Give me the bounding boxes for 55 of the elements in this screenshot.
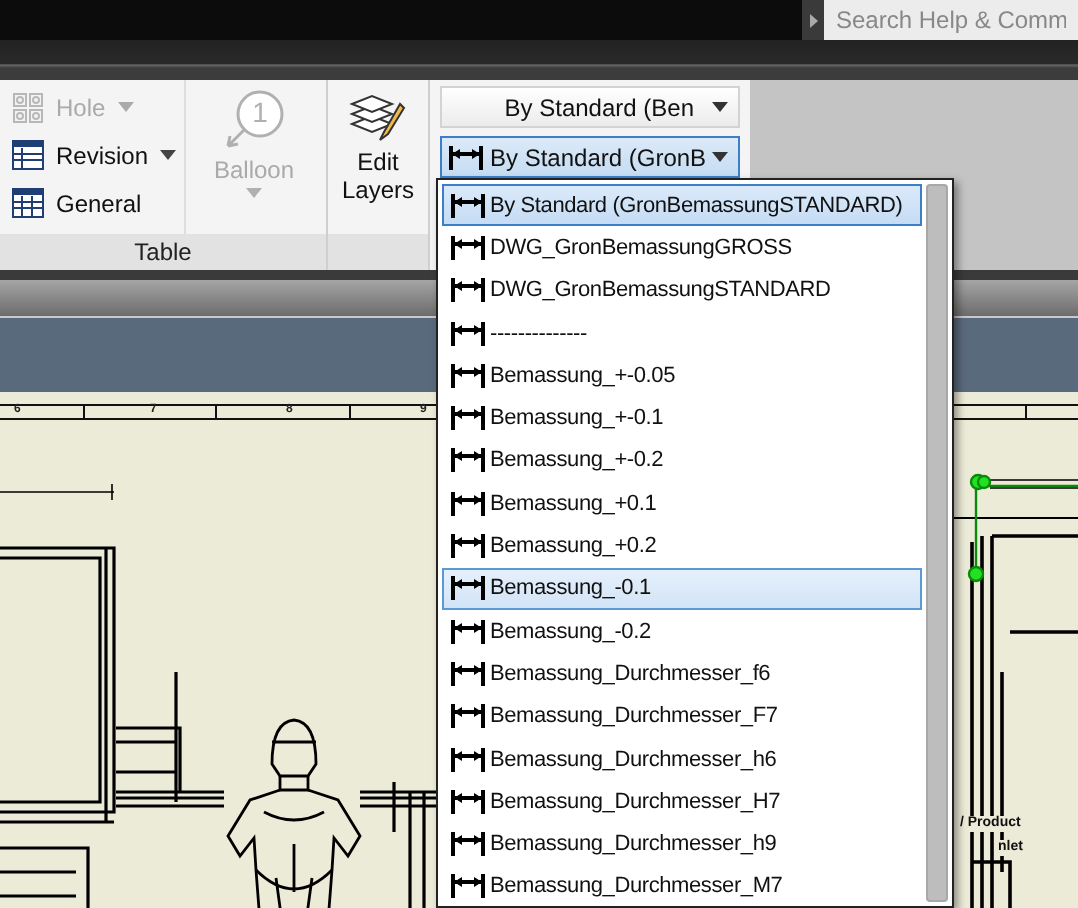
dimension-icon [450, 404, 486, 433]
dimension-icon [450, 659, 486, 688]
style-option[interactable]: Bemassung_Durchmesser_M7 [442, 865, 922, 908]
dimension-icon [450, 489, 486, 518]
arrow-icon [809, 13, 817, 27]
expand-tab[interactable] [802, 0, 824, 40]
dimension-icon [450, 787, 486, 816]
style-option[interactable]: Bemassung_+0.1 [442, 482, 922, 525]
style-option[interactable]: Bemassung_Durchmesser_h9 [442, 822, 922, 866]
ribbon-tool[interactable]: General [12, 184, 176, 222]
caret-icon [117, 102, 134, 112]
panel-title: Table [0, 234, 326, 270]
edit-layers-button[interactable]: Edit Layers [334, 80, 422, 234]
dimension-icon [450, 872, 486, 901]
style-option[interactable]: Bemassung_Durchmesser_F7 [442, 695, 922, 738]
selected-dimension-drawing [967, 473, 1078, 583]
style-combo[interactable]: By Standard (Ben [440, 86, 740, 128]
dimension-icon [450, 617, 486, 646]
dimension-icon [450, 276, 486, 305]
style-combo[interactable]: By Standard (GronB [440, 136, 740, 178]
dimension-icon [450, 446, 486, 475]
dimension-icon [450, 361, 486, 390]
style-option[interactable]: Bemassung_Durchmesser_f6 [442, 652, 922, 696]
dimension-icon [450, 233, 486, 262]
caret-icon [712, 152, 728, 162]
caret-icon [246, 188, 262, 198]
style-option[interactable]: Bemassung_Durchmesser_h6 [442, 737, 922, 781]
caret-icon [712, 102, 728, 112]
ribbon-tool[interactable]: Revision [12, 136, 176, 174]
style-option[interactable]: -------------- [442, 311, 922, 355]
style-option[interactable]: DWG_GronBemassungGROSS [442, 226, 922, 270]
dimension-icon [450, 745, 486, 773]
style-option[interactable]: Bemassung_+-0.2 [442, 439, 922, 483]
grid-icon [12, 91, 44, 123]
panel-footer [328, 234, 428, 270]
style-option[interactable]: Bemassung_-0.1 [442, 567, 922, 610]
dimension-icon [450, 319, 486, 348]
style-option[interactable]: Bemassung_+0.2 [442, 524, 922, 568]
style-option[interactable]: Bemassung_-0.2 [442, 609, 922, 653]
dimension-icon [448, 143, 484, 171]
dimension-icon [450, 702, 486, 731]
table-icon [12, 188, 44, 218]
dimension-icon [450, 191, 486, 220]
style-option[interactable]: By Standard (GronBemassungSTANDARD) [442, 184, 922, 227]
dimension-icon [450, 574, 486, 603]
style-option[interactable]: Bemassung_+-0.05 [442, 354, 922, 397]
style-option[interactable]: Bemassung_+-0.1 [442, 396, 922, 440]
search-field[interactable]: Search Help & Comm [824, 0, 1078, 40]
scrollbar-thumb[interactable] [926, 184, 948, 902]
dimension-icon [450, 830, 486, 859]
style-option[interactable]: DWG_GronBemassungSTANDARD [442, 269, 922, 312]
style-option[interactable]: Bemassung_Durchmesser_H7 [442, 780, 922, 823]
caret-icon [160, 150, 176, 160]
table-icon [12, 140, 44, 170]
dimension-icon [450, 532, 486, 561]
